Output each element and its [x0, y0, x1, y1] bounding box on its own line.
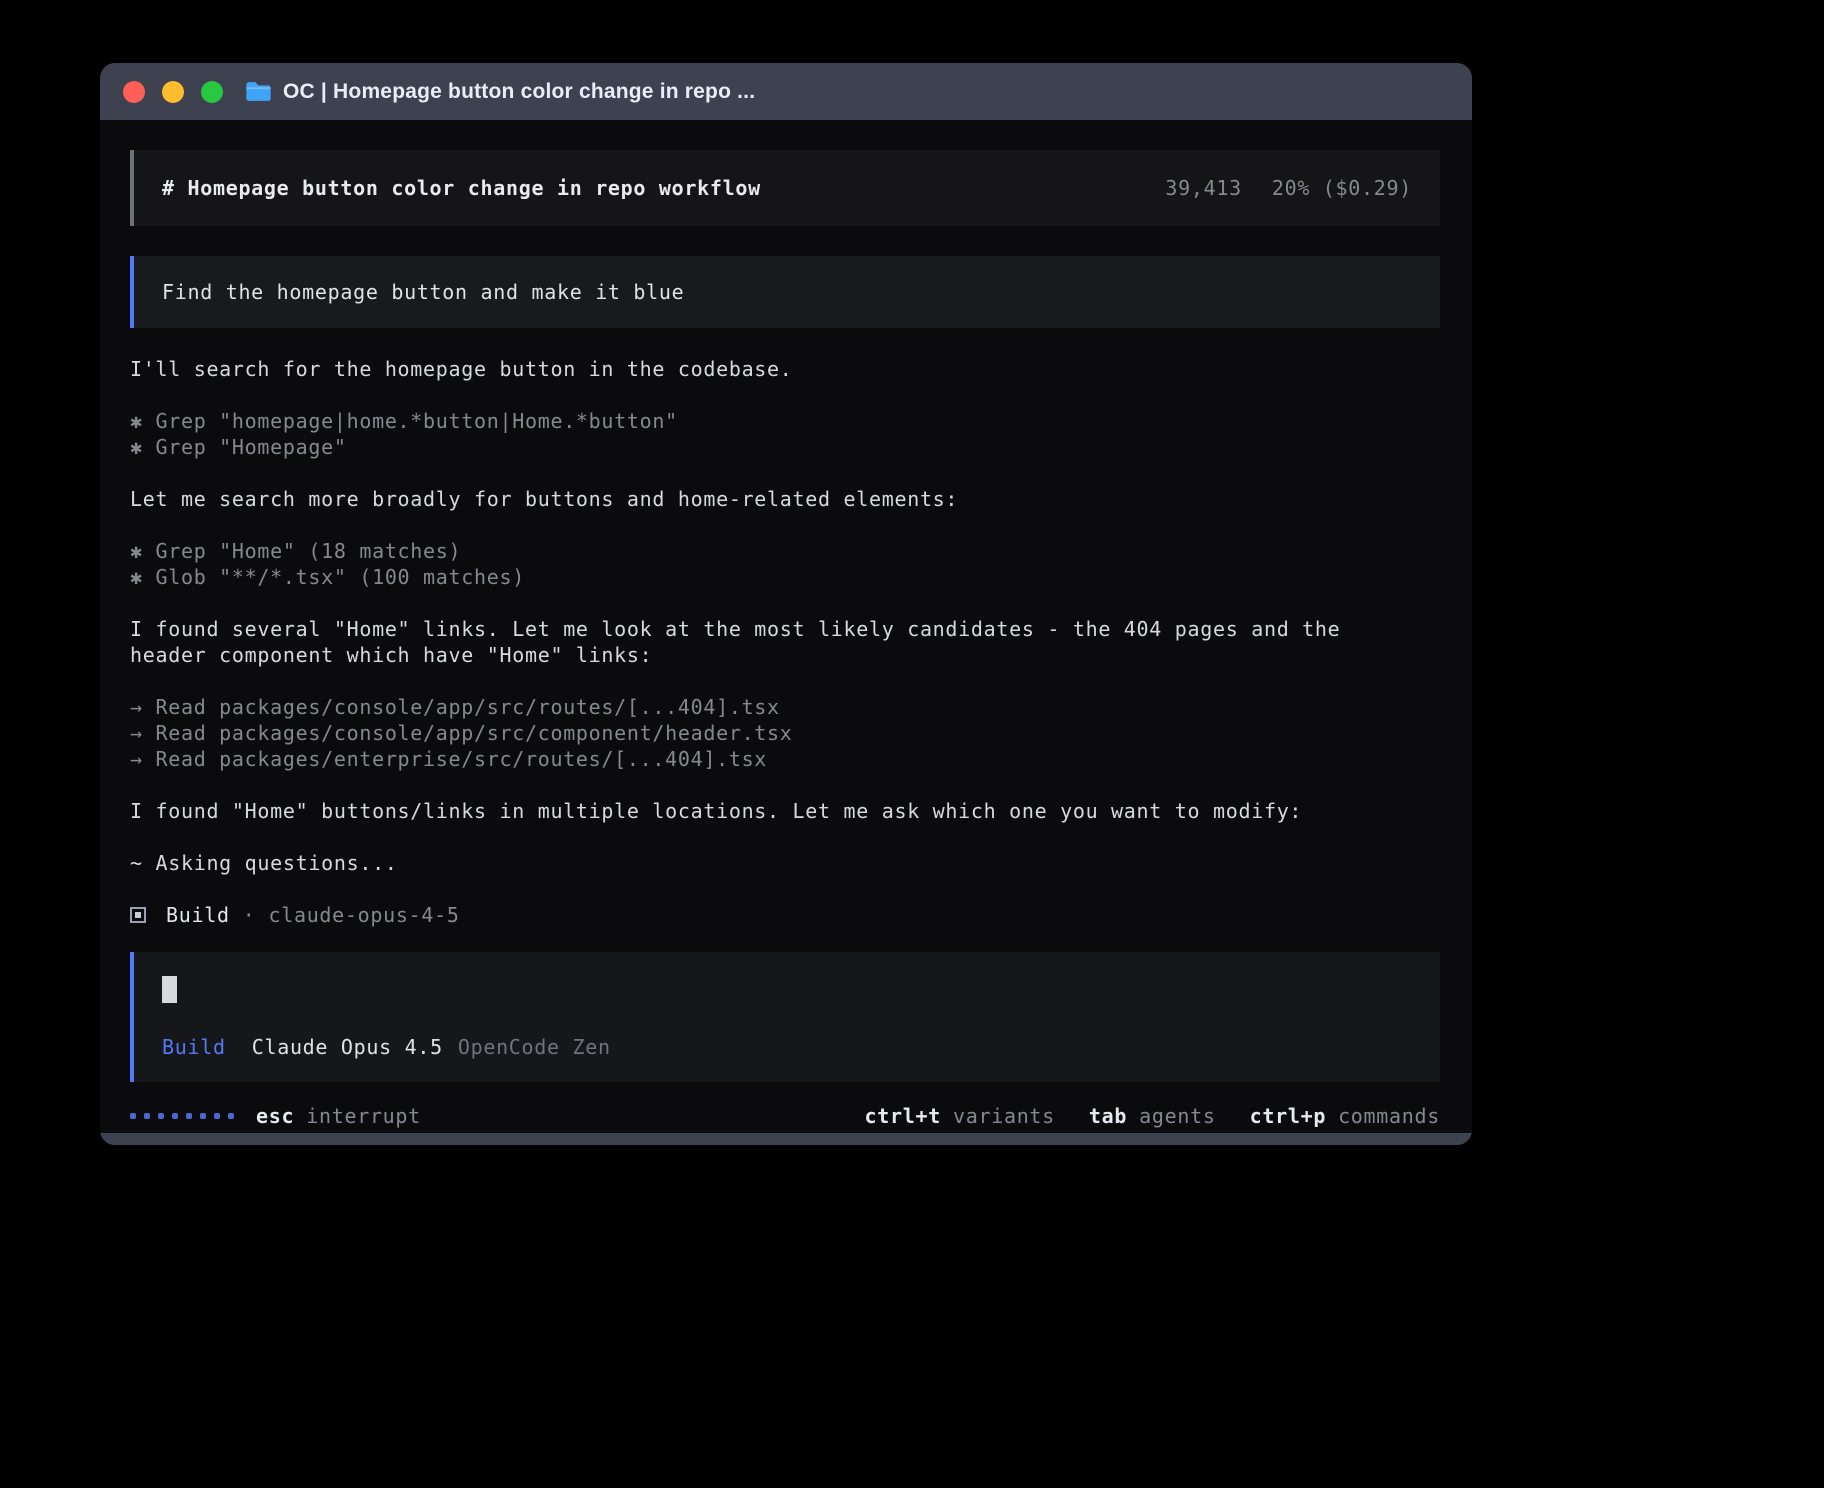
input-model-label: Claude Opus 4.5: [252, 1034, 443, 1060]
transcript-gap: [130, 512, 1420, 538]
shortcut-hint: ctrl+p commands: [1250, 1103, 1440, 1129]
transcript-gap: [130, 824, 1420, 850]
traffic-lights: [123, 81, 223, 103]
spinner-dot: [144, 1113, 150, 1119]
minimize-button[interactable]: [162, 81, 184, 103]
input-footer: Build Claude Opus 4.5 OpenCode Zen: [162, 1034, 1412, 1060]
spinner-dot: [214, 1113, 220, 1119]
session-header: # Homepage button color change in repo w…: [130, 150, 1440, 226]
shortcut-key: ctrl+t: [865, 1103, 941, 1129]
context-cost: 20% ($0.29): [1272, 176, 1412, 200]
spinner-dot: [158, 1113, 164, 1119]
tool-call-line: ✱ Grep "homepage|home.*button|Home.*butt…: [130, 408, 1420, 434]
spinner-dot: [186, 1113, 192, 1119]
assistant-text-line: ~ Asking questions...: [130, 850, 1420, 876]
spinner: [130, 1113, 234, 1119]
user-message-text: Find the homepage button and make it blu…: [162, 280, 684, 304]
assistant-text-line: Let me search more broadly for buttons a…: [130, 486, 1420, 512]
shortcut-label: variants: [953, 1103, 1055, 1129]
terminal-content: # Homepage button color change in repo w…: [100, 120, 1472, 1133]
shortcut-hint: tab agents: [1089, 1103, 1216, 1129]
agent-status-row: Build · claude-opus-4-5: [130, 902, 1440, 928]
window-title: OC | Homepage button color change in rep…: [283, 80, 755, 104]
token-count: 39,413: [1165, 176, 1241, 200]
esc-label: interrupt: [306, 1103, 421, 1129]
text-cursor: [162, 976, 177, 1003]
esc-key: esc: [256, 1103, 294, 1129]
terminal-window: OC | Homepage button color change in rep…: [100, 63, 1472, 1145]
shortcut-label: agents: [1139, 1103, 1215, 1129]
prompt-input[interactable]: Build Claude Opus 4.5 OpenCode Zen: [130, 952, 1440, 1082]
transcript-gap: [130, 590, 1420, 616]
window-title-group: OC | Homepage button color change in rep…: [245, 80, 755, 104]
tool-call-line: ✱ Grep "Homepage": [130, 434, 1420, 460]
transcript-gap: [130, 460, 1420, 486]
tool-call-line: → Read packages/console/app/src/routes/[…: [130, 694, 1420, 720]
tool-call-line: ✱ Glob "**/*.tsx" (100 matches): [130, 564, 1420, 590]
agent-name: Build: [166, 902, 230, 928]
shortcut-label: commands: [1338, 1103, 1440, 1129]
tool-call-line: → Read packages/console/app/src/componen…: [130, 720, 1420, 746]
build-agent-icon: [130, 907, 146, 923]
spinner-dot: [200, 1113, 206, 1119]
transcript-gap: [130, 668, 1420, 694]
shortcut-hint: ctrl+t variants: [865, 1103, 1055, 1129]
transcript: I'll search for the homepage button in t…: [130, 356, 1420, 876]
esc-hint: esc interrupt: [256, 1103, 421, 1129]
spinner-dot: [228, 1113, 234, 1119]
session-meta: 39,413 20% ($0.29): [1165, 176, 1412, 200]
session-title: # Homepage button color change in repo w…: [162, 176, 761, 200]
input-provider-label: OpenCode Zen: [458, 1034, 611, 1060]
tool-call-line: → Read packages/enterprise/src/routes/[.…: [130, 746, 1420, 772]
assistant-text-line: I found "Home" buttons/links in multiple…: [130, 798, 1420, 824]
input-agent-label: Build: [162, 1034, 226, 1060]
statusbar-right: ctrl+t variants tab agents ctrl+p commands: [865, 1103, 1440, 1129]
folder-icon: [245, 81, 272, 102]
shortcut-key: ctrl+p: [1250, 1103, 1326, 1129]
assistant-text-line: I found several "Home" links. Let me loo…: [130, 616, 1420, 668]
window-bottom-edge: [100, 1133, 1472, 1145]
transcript-gap: [130, 382, 1420, 408]
agent-model: claude-opus-4-5: [268, 902, 459, 928]
statusbar: esc interrupt ctrl+tvariantstabagentsctr…: [130, 1103, 1440, 1129]
zoom-button[interactable]: [201, 81, 223, 103]
spinner-dot: [172, 1113, 178, 1119]
close-button[interactable]: [123, 81, 145, 103]
user-message: Find the homepage button and make it blu…: [130, 256, 1440, 328]
tool-call-line: ✱ Grep "Home" (18 matches): [130, 538, 1420, 564]
shortcut-key: tab: [1089, 1103, 1127, 1129]
titlebar[interactable]: OC | Homepage button color change in rep…: [100, 63, 1472, 120]
assistant-text-line: I'll search for the homepage button in t…: [130, 356, 1420, 382]
transcript-gap: [130, 772, 1420, 798]
spinner-dot: [130, 1113, 136, 1119]
agent-separator: ·: [243, 902, 256, 928]
